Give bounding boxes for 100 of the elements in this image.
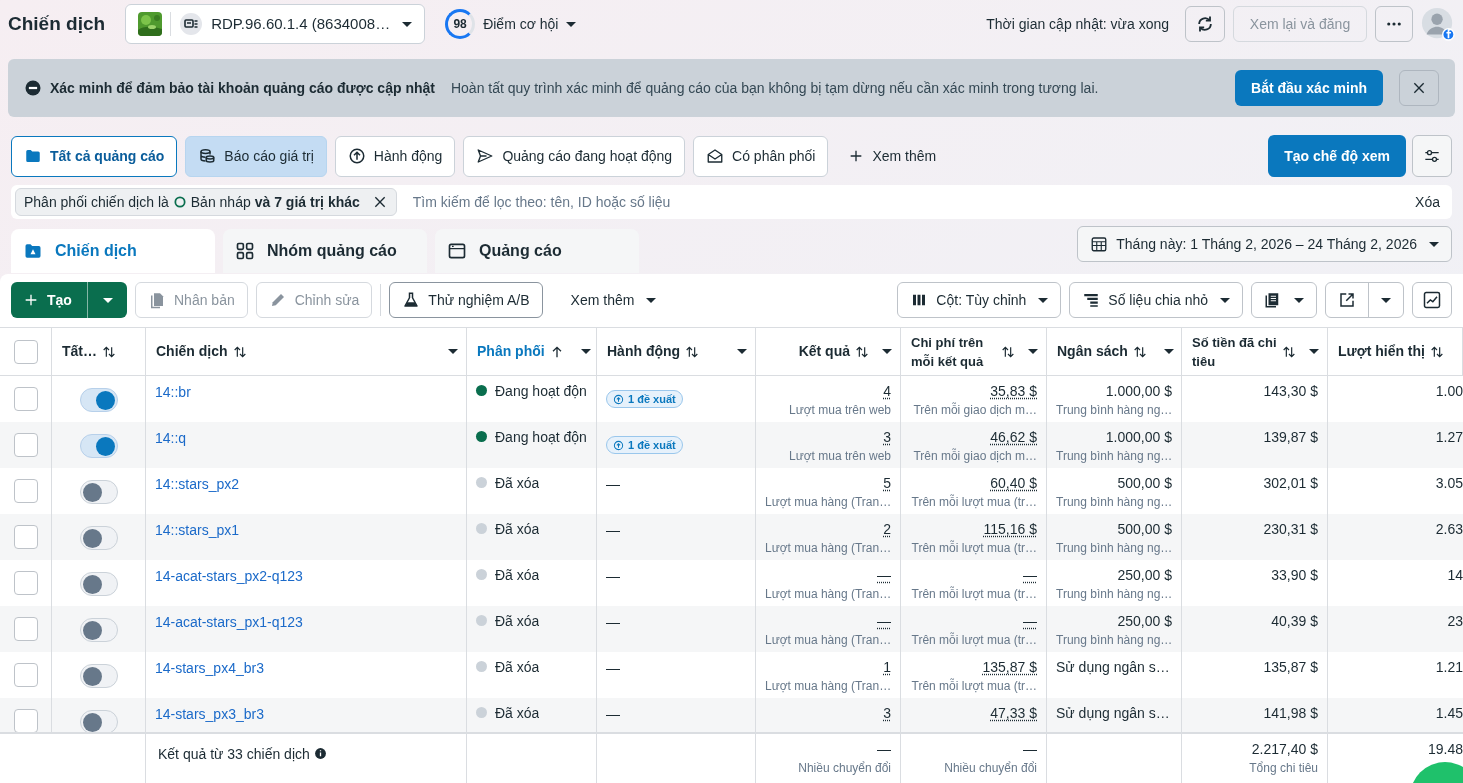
breakdown-button[interactable]: Số liệu chia nhỏ [1069,282,1243,318]
toggle-switch[interactable] [79,618,118,642]
result-value[interactable]: 1 [765,658,891,676]
settings-button[interactable] [1412,135,1452,177]
start-verification-button[interactable]: Bắt đầu xác minh [1235,70,1383,106]
campaign-link[interactable]: 14-acat-stars_px1-q123 [155,614,303,630]
column-header[interactable]: Số tiền đã chi tiêu [1182,328,1328,375]
toggle-switch[interactable] [79,664,118,688]
toolbar-button[interactable]: Thử nghiệm A/B [389,282,543,318]
row-checkbox[interactable] [13,387,38,411]
spent-total: 2.217,40 $ [1250,740,1318,758]
view-tab[interactable]: Quảng cáo đang hoạt động [463,135,686,177]
cost-value[interactable]: 135,87 $ [910,658,1037,676]
profile-avatar[interactable] [1421,7,1455,41]
cost-value[interactable]: 35,83 $ [910,382,1037,400]
cost-value[interactable]: 60,40 $ [910,474,1037,492]
toggle-switch[interactable] [79,480,118,504]
row-checkbox[interactable] [13,571,38,595]
row-checkbox[interactable] [13,433,38,457]
more-views-button[interactable]: Xem thêm [836,135,949,177]
columns-button[interactable]: Cột: Tùy chỉnh [897,282,1062,318]
ad-account-icon [179,12,204,36]
level-tab[interactable]: Nhóm quảng cáo [223,229,427,273]
cost-value[interactable]: — [910,612,1037,630]
caret-icon [1294,297,1304,303]
more-actions-button[interactable]: Xem thêm [558,282,669,318]
result-type: Lượt mua hàng (Tran… [765,540,891,557]
cost-value[interactable]: 46,62 $ [910,428,1037,446]
result-value[interactable]: 3 [765,428,891,446]
column-header[interactable]: Kết quả [756,328,901,375]
search-field[interactable]: Tìm kiếm để lọc theo: tên, ID hoặc số liệu [412,188,1408,216]
column-header[interactable]: Tất… [52,328,146,375]
result-value[interactable]: — [765,612,891,630]
cost-note: Nhiều chuyển đổi [943,760,1037,777]
refresh-button[interactable] [1185,6,1225,42]
result-value[interactable]: — [765,566,891,584]
campaign-link[interactable]: 14-stars_px3_br3 [155,706,264,722]
amount-spent: 141,98 $ [1262,704,1318,722]
coins-icon [198,147,217,165]
level-tab[interactable]: Quảng cáo [435,229,639,273]
create-view-button[interactable]: Tạo chế độ xem [1268,135,1406,177]
delivery-status: Đã xóa [495,658,540,677]
view-tab[interactable]: Báo cáo giá trị [185,135,327,177]
row-checkbox[interactable] [13,617,38,641]
filter-value: Bản nháp [190,192,251,212]
reports-button[interactable] [1251,282,1317,318]
toggle-switch[interactable] [79,388,118,412]
row-checkbox[interactable] [13,479,38,503]
result-value[interactable]: 4 [765,382,891,400]
result-value[interactable]: 3 [765,704,891,722]
result-type: Lượt mua hàng (Tran… [765,632,891,649]
create-dropdown-button[interactable] [87,282,127,318]
cost-value[interactable]: 47,33 $ [910,704,1037,722]
campaign-link[interactable]: 14-acat-stars_px2-q123 [155,568,303,584]
result-value[interactable]: 2 [765,520,891,538]
result-value[interactable]: 5 [765,474,891,492]
filter-chip[interactable]: Phân phối chiến dịch là Bản nháp và 7 giá trị khác [15,188,397,216]
export-button[interactable] [1325,282,1404,318]
delivery-status: Đang hoạt độn [495,428,587,447]
column-header[interactable]: Hành động [597,328,756,375]
grid-icon [235,241,255,261]
create-button[interactable]: Tạo [11,282,87,318]
campaign-link[interactable]: 14::br [155,384,191,400]
level-tab[interactable]: Chiến dịch [11,229,215,273]
toggle-switch[interactable] [79,434,118,458]
close-button[interactable] [1399,70,1439,106]
column-header[interactable]: Phân phối [467,328,597,375]
toggle-switch[interactable] [79,710,118,732]
clear-link[interactable]: Xóa [1407,191,1448,213]
column-header[interactable]: Chiến dịch [146,328,467,375]
chart-button[interactable] [1412,282,1452,318]
view-tab[interactable]: Hành động [334,135,456,177]
column-header[interactable]: Lượt hiển thị [1328,328,1463,375]
row-checkbox[interactable] [13,663,38,687]
date-range-picker[interactable]: Tháng này: 1 Tháng 2, 2026 – 24 Tháng 2, 2026 [1077,226,1452,262]
impressions-value: 2.63 [1434,520,1463,538]
row-checkbox[interactable] [13,709,38,732]
caret-icon [1381,297,1391,303]
budget-value: 250,00 $ [1116,566,1172,584]
account-selector[interactable]: RDP.96.60.1.4 (8634008… [125,4,426,44]
view-tab[interactable]: Có phân phối [693,135,829,177]
cost-value[interactable]: 115,16 $ [910,520,1037,538]
toggle-switch[interactable] [79,526,118,550]
campaign-link[interactable]: 14::stars_px1 [155,522,240,538]
column-header[interactable]: Chi phí trên mỗi kết quả [901,328,1047,375]
campaign-link[interactable]: 14::q [155,430,187,446]
select-all-checkbox[interactable] [13,339,38,364]
campaign-link[interactable]: 14::stars_px2 [155,476,240,492]
column-header[interactable]: Ngân sách [1047,328,1182,375]
budget-value: Sử dụng ngân s… [1056,704,1171,722]
calendar-icon [1090,235,1109,253]
recommendation-badge[interactable]: 1 đề xuất [606,436,683,454]
cost-value[interactable]: — [910,566,1037,584]
recommendation-badge[interactable]: 1 đề xuất [606,390,683,408]
opportunity-score-button[interactable]: Điểm cơ hội [483,13,577,35]
row-checkbox[interactable] [13,525,38,549]
toggle-switch[interactable] [79,572,118,596]
view-tab[interactable]: Tất cả quảng cáo [11,135,178,177]
filter-bar[interactable]: Phân phối chiến dịch là Bản nháp và 7 giá trị khác Tìm kiếm để lọc theo: tên, ID hoặc số liệu Xóa [11,185,1452,219]
campaign-link[interactable]: 14-stars_px4_br3 [155,660,264,676]
